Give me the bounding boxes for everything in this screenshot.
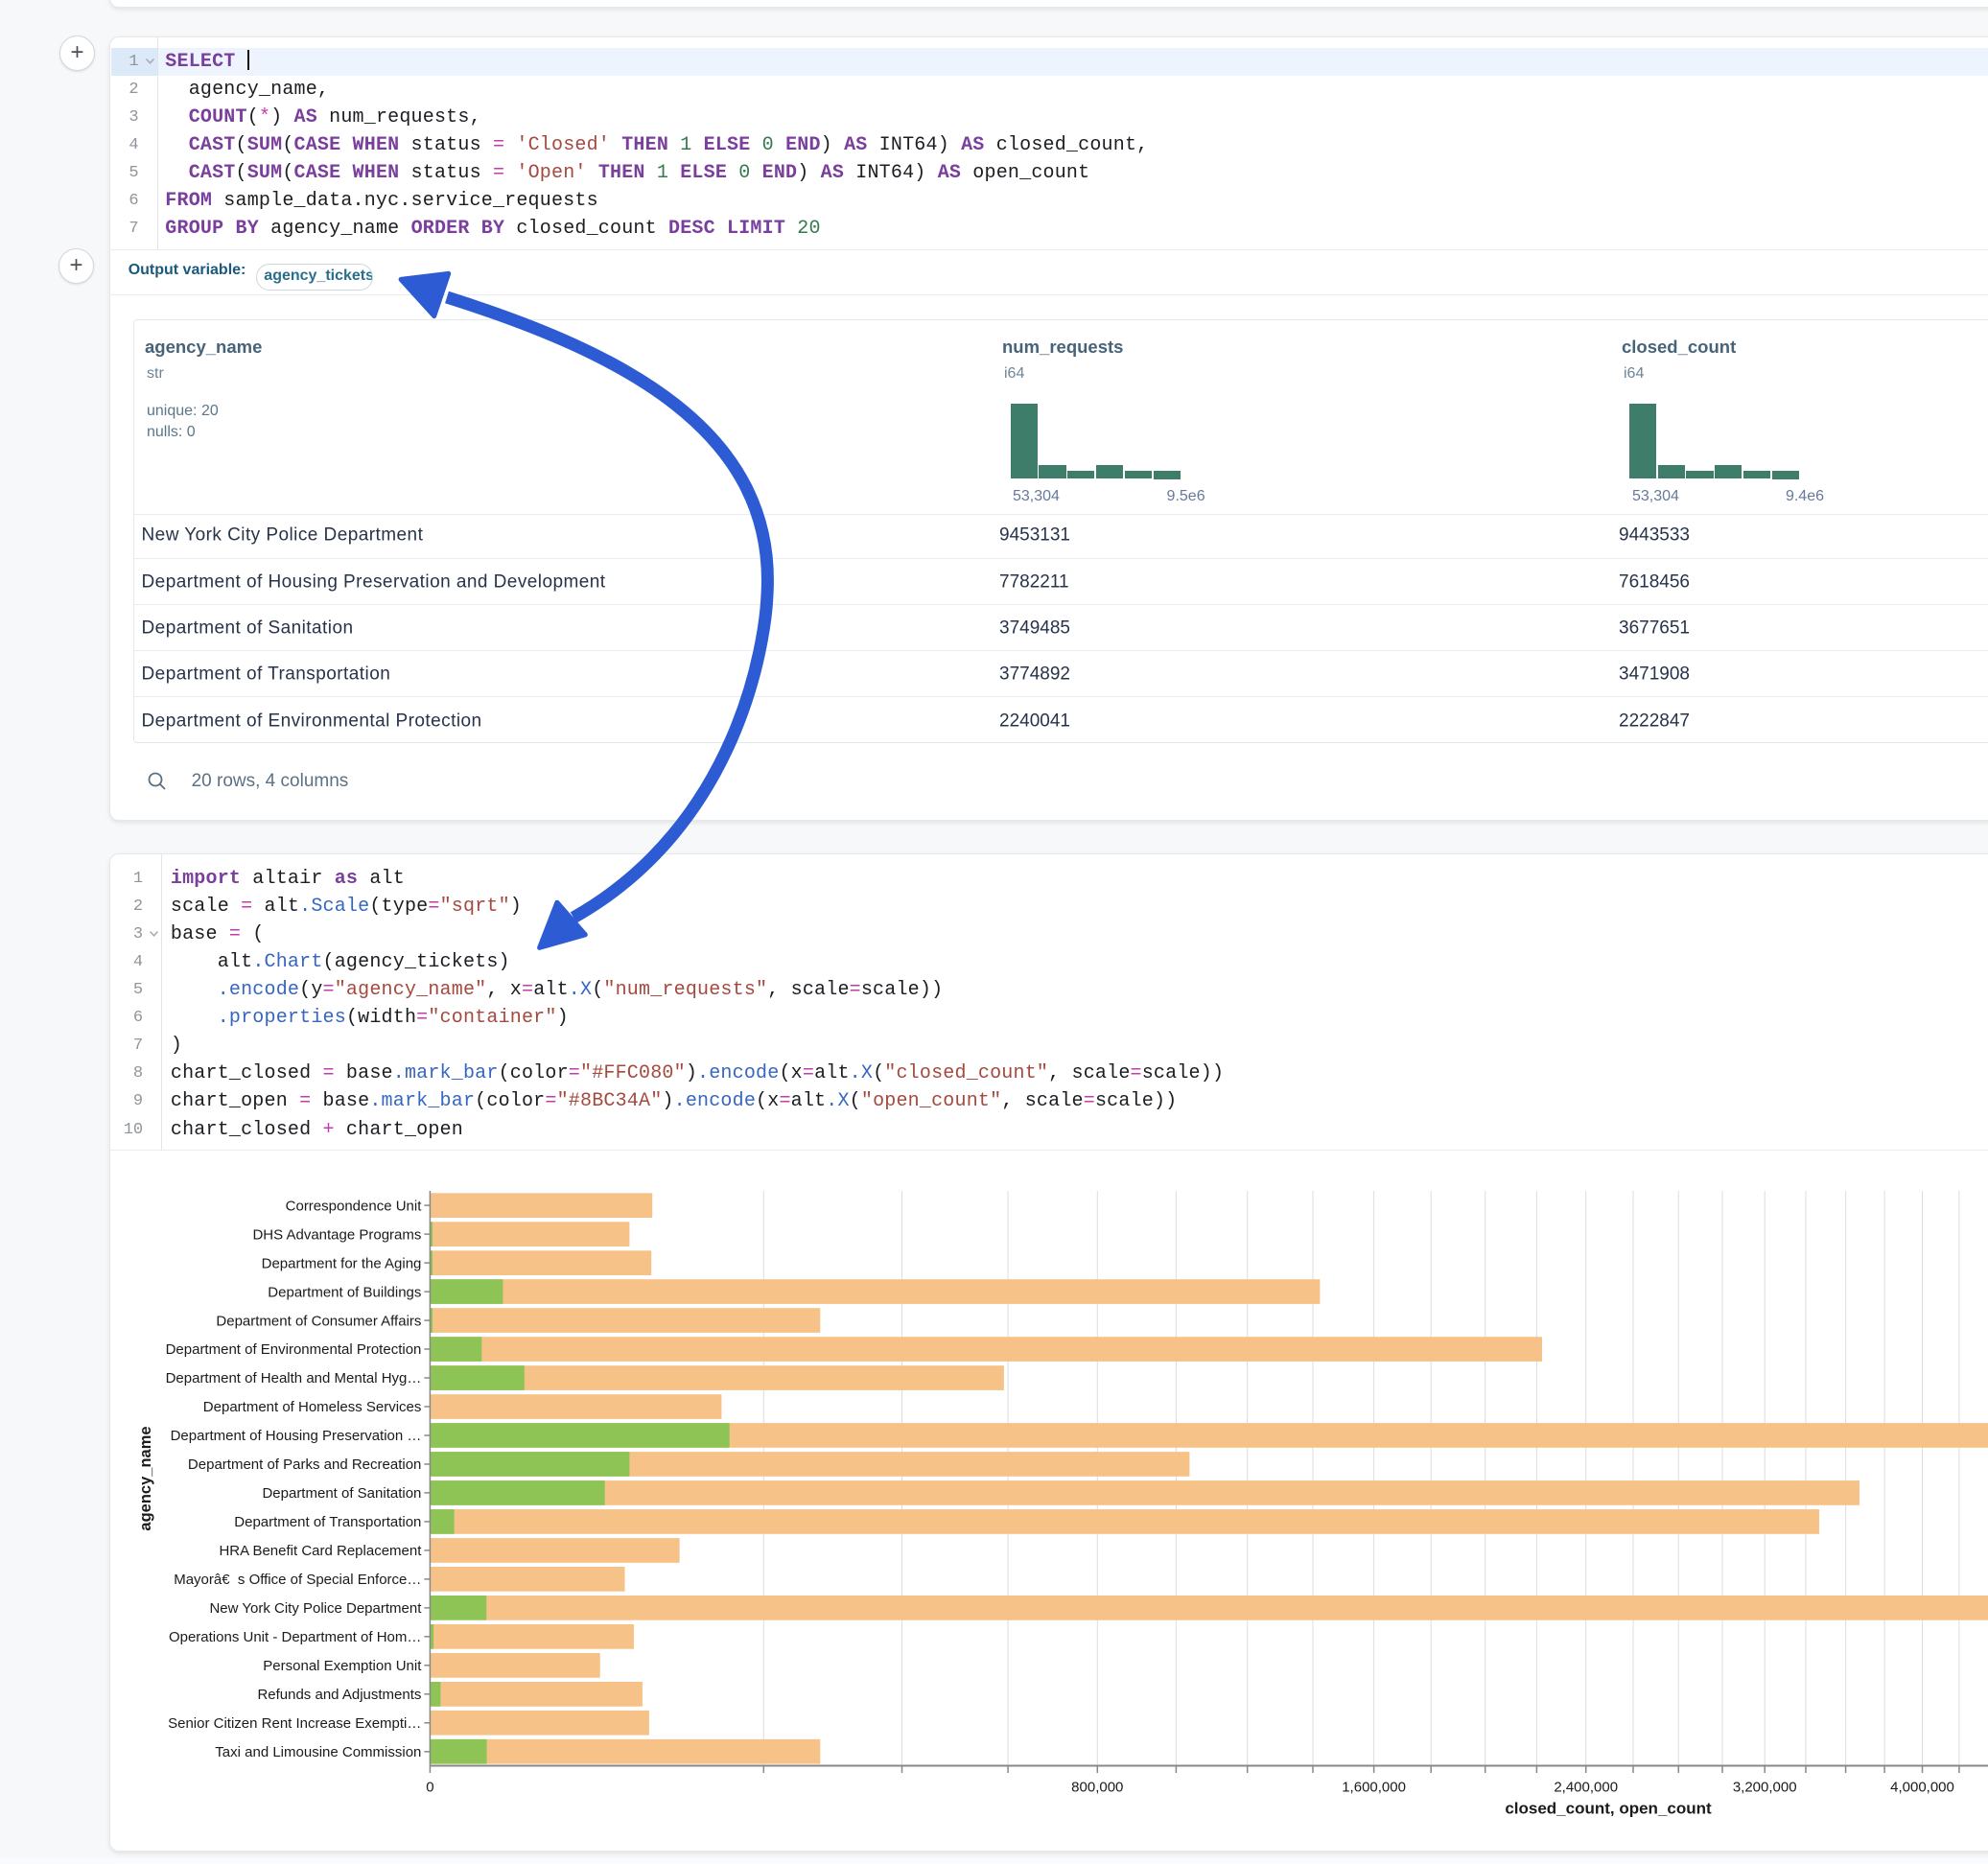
svg-text:Correspondence Unit: Correspondence Unit xyxy=(286,1198,423,1214)
svg-text:Personal Exemption Unit: Personal Exemption Unit xyxy=(263,1658,422,1674)
svg-text:Senior Citizen Rent Increase E: Senior Citizen Rent Increase Exempti… xyxy=(168,1715,421,1732)
svg-text:Department of Housing Preserva: Department of Housing Preservation … xyxy=(171,1428,422,1444)
svg-text:Refunds and Adjustments: Refunds and Adjustments xyxy=(257,1687,421,1703)
svg-text:Department of Homeless Service: Department of Homeless Services xyxy=(203,1399,422,1415)
svg-text:800,000: 800,000 xyxy=(1071,1780,1123,1796)
svg-text:Department of Sanitation: Department of Sanitation xyxy=(262,1485,421,1502)
svg-text:Department of Environmental Pr: Department of Environmental Protection xyxy=(166,1341,422,1358)
svg-text:Operations Unit - Department o: Operations Unit - Department of Hom… xyxy=(169,1629,421,1645)
svg-text:Department for the Aging: Department for the Aging xyxy=(262,1255,422,1271)
svg-text:3,200,000: 3,200,000 xyxy=(1733,1780,1797,1796)
svg-text:1,600,000: 1,600,000 xyxy=(1342,1780,1406,1796)
svg-text:HRA Benefit Card Replacement: HRA Benefit Card Replacement xyxy=(219,1543,422,1559)
svg-text:Department of Consumer Affairs: Department of Consumer Affairs xyxy=(216,1313,421,1329)
svg-text:0: 0 xyxy=(426,1780,433,1796)
svg-text:closed_count, open_count: closed_count, open_count xyxy=(1505,1800,1712,1818)
svg-text:Department of Transportation: Department of Transportation xyxy=(234,1514,421,1530)
svg-text:Department of Buildings: Department of Buildings xyxy=(268,1284,421,1300)
svg-text:New York City Police Departmen: New York City Police Department xyxy=(209,1600,422,1617)
svg-text:DHS Advantage Programs: DHS Advantage Programs xyxy=(252,1226,421,1243)
svg-text:agency_name: agency_name xyxy=(137,1426,154,1530)
svg-text:Taxi and Limousine Commission: Taxi and Limousine Commission xyxy=(215,1744,421,1760)
svg-text:Department of Parks and Recrea: Department of Parks and Recreation xyxy=(188,1456,421,1473)
svg-text:4,000,000: 4,000,000 xyxy=(1890,1780,1954,1796)
svg-text:Department of Health and Menta: Department of Health and Mental Hyg… xyxy=(166,1370,422,1386)
svg-text:2,400,000: 2,400,000 xyxy=(1554,1780,1618,1796)
svg-text:Mayorâ€ s Office of Special E: Mayorâ€ s Office of Special Enforce… xyxy=(174,1572,421,1588)
